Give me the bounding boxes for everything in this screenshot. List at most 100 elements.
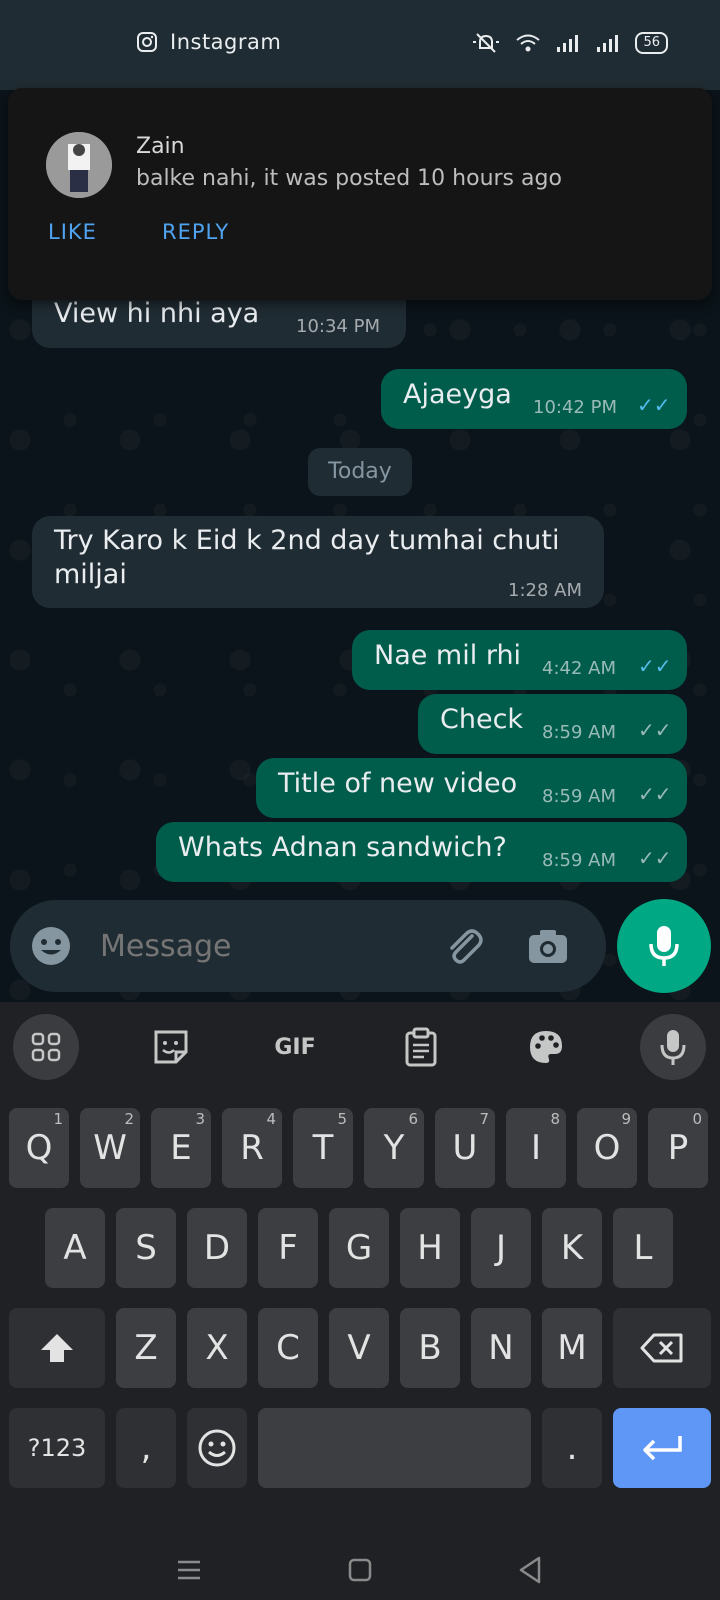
emoji-icon[interactable] [30,925,72,967]
key-l[interactable]: L [613,1208,673,1288]
palette-icon [530,1031,562,1063]
key-label: Q [25,1128,53,1168]
key-x[interactable]: X [187,1308,247,1388]
emoji-key[interactable] [187,1408,247,1488]
notification-banner[interactable]: Zain balke nahi, it was posted 10 hours … [8,88,712,300]
key-c[interactable]: C [258,1308,318,1388]
emoji-icon [198,1429,236,1467]
message-text: View hi nhi aya [54,298,260,329]
key-label: Y [383,1128,405,1168]
key-z[interactable]: Z [116,1308,176,1388]
key-u[interactable]: U7 [435,1108,495,1188]
message-bubble-outgoing[interactable]: Whats Adnan sandwich? 8:59 AM ✓✓ [156,822,687,882]
notification-text: balke nahi, it was posted 10 hours ago [136,166,562,191]
key-y[interactable]: Y6 [364,1108,424,1188]
key-v[interactable]: V [329,1308,389,1388]
camera-icon[interactable] [526,924,570,968]
key-label: ?123 [27,1434,87,1462]
key-i[interactable]: I8 [506,1108,566,1188]
apps-grid-button[interactable] [13,1014,79,1080]
key-label: P [667,1128,689,1168]
home-icon[interactable] [347,1557,373,1583]
key-label: K [560,1228,584,1268]
key-label: E [170,1128,192,1168]
key-r[interactable]: R4 [222,1108,282,1188]
key-label: M [557,1328,587,1368]
key-label: . [566,1428,578,1468]
status-bar: Instagram 56 [0,0,720,90]
key-hint: 9 [621,1110,631,1128]
read-ticks-icon: ✓✓ [637,393,671,417]
message-text: Ajaeyga [403,379,512,410]
shift-key[interactable] [9,1308,105,1388]
muted-bell-icon [473,33,500,53]
key-label: V [347,1328,371,1368]
key-f[interactable]: F [258,1208,318,1288]
key-h[interactable]: H [400,1208,460,1288]
like-button[interactable]: LIKE [48,220,97,244]
theme-button[interactable] [513,1014,579,1080]
message-bubble-outgoing[interactable]: Title of new video 8:59 AM ✓✓ [256,758,687,818]
message-time: 8:59 AM [542,722,616,743]
enter-key[interactable] [613,1408,711,1488]
message-time: 10:42 PM [533,397,617,418]
message-time: 4:42 AM [542,658,616,679]
key-m[interactable]: M [542,1308,602,1388]
key-s[interactable]: S [116,1208,176,1288]
battery-indicator: 56 [635,32,668,54]
message-text: Whats Adnan sandwich? [178,832,507,863]
comma-key[interactable]: , [116,1408,176,1488]
message-bubble-incoming[interactable]: Try Karo k Eid k 2nd day tumhai chuti mi… [32,516,604,608]
menu-icon[interactable] [176,1558,202,1582]
key-label: G [345,1228,373,1268]
voice-record-button[interactable] [617,899,711,993]
message-time: 1:28 AM [508,580,582,601]
key-o[interactable]: O9 [577,1108,637,1188]
sticker-button[interactable] [138,1014,204,1080]
key-p[interactable]: P0 [648,1108,708,1188]
attach-icon[interactable] [442,924,486,968]
key-e[interactable]: E3 [151,1108,211,1188]
key-hint: 7 [479,1110,489,1128]
mic-icon [660,1030,686,1065]
notification-source: Instagram [136,30,281,54]
message-text: Check [440,704,524,735]
shift-icon [41,1334,73,1362]
key-d[interactable]: D [187,1208,247,1288]
key-hint: 6 [408,1110,418,1128]
key-k[interactable]: K [542,1208,602,1288]
key-q[interactable]: Q1 [9,1108,69,1188]
back-icon[interactable] [517,1555,543,1585]
grid-icon [31,1032,61,1062]
clipboard-button[interactable] [388,1014,454,1080]
backspace-key[interactable] [613,1308,711,1388]
delivered-ticks-icon: ✓✓ [638,718,672,742]
reply-button[interactable]: REPLY [162,220,229,244]
key-label: F [278,1228,298,1268]
key-b[interactable]: B [400,1308,460,1388]
symbols-key[interactable]: ?123 [9,1408,105,1488]
period-key[interactable]: . [542,1408,602,1488]
message-bubble-outgoing[interactable]: Nae mil rhi 4:42 AM ✓✓ [352,630,687,690]
key-a[interactable]: A [45,1208,105,1288]
wifi-icon [516,34,541,52]
system-nav-bar [0,1540,720,1600]
message-input[interactable] [98,928,422,965]
instagram-icon [137,32,157,52]
key-label: S [135,1228,157,1268]
key-g[interactable]: G [329,1208,389,1288]
space-key[interactable] [258,1408,531,1488]
voice-typing-button[interactable] [640,1014,706,1080]
message-bubble-outgoing[interactable]: Ajaeyga 10:42 PM ✓✓ [381,369,687,429]
key-t[interactable]: T5 [293,1108,353,1188]
key-j[interactable]: J [471,1208,531,1288]
key-n[interactable]: N [471,1308,531,1388]
key-label: R [240,1128,264,1168]
key-label: H [417,1228,443,1268]
key-hint: 4 [266,1110,276,1128]
message-bubble-outgoing[interactable]: Check 8:59 AM ✓✓ [418,694,687,754]
key-w[interactable]: W2 [80,1108,140,1188]
notification-sender: Zain [136,134,185,159]
gif-button[interactable]: GIF [262,1014,328,1080]
delivered-ticks-icon: ✓✓ [638,846,672,870]
